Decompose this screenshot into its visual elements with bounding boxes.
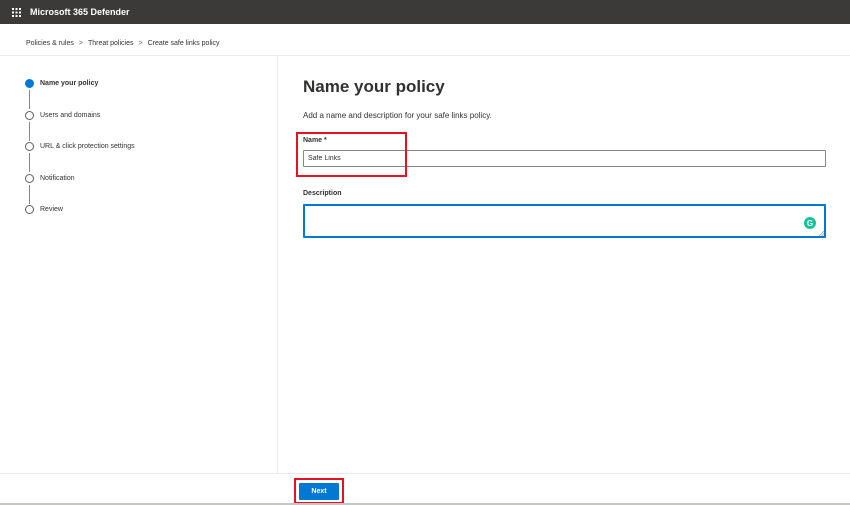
step-connector — [29, 121, 30, 141]
wizard-nav-divider — [277, 56, 278, 473]
resize-grip-icon[interactable] — [819, 231, 824, 236]
chevron-right-icon: > — [78, 39, 83, 47]
app-launcher-waffle-icon[interactable] — [6, 0, 26, 24]
page-description: Add a name and description for your safe… — [303, 111, 492, 120]
wizard-step-url-click-protection[interactable]: URL & click protection settings — [24, 141, 264, 173]
breadcrumb-divider — [0, 55, 850, 56]
step-pending-icon — [25, 142, 34, 151]
wizard-step-label: URL & click protection settings — [40, 143, 135, 150]
breadcrumb-item-threat-policies[interactable]: Threat policies — [88, 40, 134, 47]
name-field-highlight-box — [296, 132, 407, 177]
step-current-icon — [25, 79, 34, 88]
wizard-step-label: Review — [40, 206, 63, 213]
app-title[interactable]: Microsoft 365 Defender — [30, 7, 130, 17]
step-connector — [29, 184, 30, 204]
wizard-steps: Name your policy Users and domains URL &… — [24, 78, 264, 236]
next-button-highlight-box — [294, 478, 344, 504]
main-panel: Name your policy Add a name and descript… — [303, 76, 828, 238]
page-title: Name your policy — [303, 77, 445, 96]
step-connector — [29, 153, 30, 172]
breadcrumb-item-current: Create safe links policy — [147, 39, 220, 47]
wizard-step-name-your-policy[interactable]: Name your policy — [24, 78, 264, 110]
step-pending-icon — [25, 205, 34, 214]
step-pending-icon — [25, 110, 34, 120]
wizard-step-label: Users and domains — [40, 111, 101, 119]
chevron-right-icon: > — [138, 39, 143, 47]
breadcrumb: Policies & rules > Threat policies > Cre… — [26, 37, 220, 49]
breadcrumb-item-policies-rules[interactable]: Policies & rules — [26, 40, 74, 47]
footer-divider — [0, 473, 850, 474]
grammarly-icon[interactable]: G — [804, 217, 816, 229]
step-pending-icon — [25, 173, 34, 183]
wizard-step-review[interactable]: Review — [24, 204, 264, 236]
wizard-step-label: Name your policy — [40, 80, 99, 87]
wizard-step-users-and-domains[interactable]: Users and domains — [24, 110, 264, 142]
description-field-label: Description — [303, 190, 342, 197]
wizard-step-notification[interactable]: Notification — [24, 173, 264, 205]
description-textarea[interactable]: G — [303, 204, 826, 238]
top-bar: Microsoft 365 Defender — [0, 0, 850, 24]
wizard-step-label: Notification — [40, 174, 75, 182]
step-connector — [29, 90, 30, 109]
